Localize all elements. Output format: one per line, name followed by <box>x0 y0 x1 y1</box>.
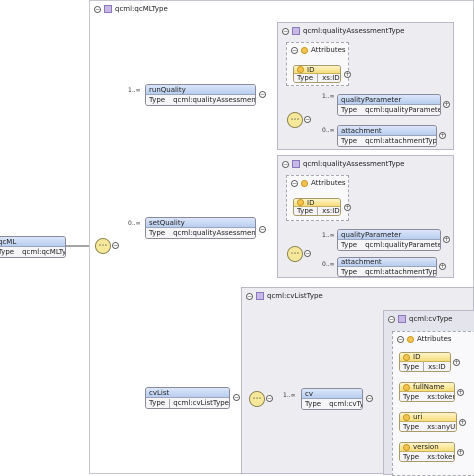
plus-circle-icon[interactable]: + <box>457 449 464 456</box>
attachment-multiplicity: 0..∞ <box>322 261 335 268</box>
qualityparameter-multiplicity: 1..∞ <box>322 93 335 100</box>
minus-circle-icon[interactable]: − <box>112 242 119 249</box>
sequence-compositor-icon[interactable]: ⋯ <box>287 112 303 128</box>
attribute-icon <box>297 199 304 206</box>
cvlist-type-frame: − qcml:cvListType ⋯ − 1..∞ cv Type qcml:c… <box>241 287 474 476</box>
sequence-compositor-icon[interactable]: ⋯ <box>249 391 265 407</box>
attribute-icon <box>407 335 414 343</box>
complex-type-icon <box>104 5 112 13</box>
element-attachment[interactable]: attachment Type qcml:attachmentType <box>337 257 437 277</box>
minus-circle-icon[interactable]: − <box>366 395 373 402</box>
cv-multiplicity: 1..∞ <box>283 392 296 399</box>
minus-circle-icon[interactable]: − <box>304 116 311 123</box>
runquality-name: runQuality <box>149 85 186 94</box>
attribute-id[interactable]: ID Type xs:ID <box>399 352 451 372</box>
minus-circle-icon[interactable]: − <box>233 394 240 401</box>
runquality-multiplicity: 1..∞ <box>128 87 141 94</box>
root-element-type: qcml:qcMLType <box>22 248 66 256</box>
plus-circle-icon[interactable]: + <box>439 132 446 139</box>
attributes-group: − Attributes ID Type xs:ID + <box>286 42 351 86</box>
attribute-icon <box>301 179 308 187</box>
attributes-label: Attributes <box>311 46 346 54</box>
minus-circle-icon[interactable]: − <box>282 27 289 35</box>
attribute-version[interactable]: version Type xs:token <box>399 442 455 462</box>
complex-type-icon <box>292 27 300 35</box>
minus-circle-icon[interactable]: − <box>397 335 404 343</box>
root-element-qcml[interactable]: qcML Type qcml:qcMLType <box>0 236 66 258</box>
element-runquality[interactable]: runQuality Typeqcml:qualityAssessmentTyp… <box>145 84 256 106</box>
element-cv[interactable]: cv Typeqcml:cvType <box>301 388 363 410</box>
plus-circle-icon[interactable]: + <box>453 359 460 366</box>
root-element-name: qcML <box>0 237 17 246</box>
minus-circle-icon[interactable]: − <box>246 292 253 300</box>
attributes-group: − Attributes ID Type xs:ID + <box>286 175 351 221</box>
plus-circle-icon[interactable]: + <box>439 263 446 270</box>
attribute-icon <box>403 443 410 451</box>
attributes-group: − Attributes ID Type xs:ID + fullName Typ… <box>392 331 474 476</box>
minus-circle-icon[interactable]: − <box>282 160 289 168</box>
sequence-compositor-icon[interactable]: ⋯ <box>287 246 303 262</box>
qa-frame-title: qcml:qualityAssessmentType <box>303 27 405 35</box>
setquality-multiplicity: 0..∞ <box>128 220 141 227</box>
setquality-type: qcml:qualityAssessmentType <box>173 229 256 237</box>
qualityparameter-multiplicity: 1..∞ <box>322 232 335 239</box>
setquality-name: setQuality <box>149 218 185 227</box>
plus-circle-icon[interactable]: + <box>344 204 351 211</box>
attribute-uri[interactable]: uri Typexs:anyURI <box>399 412 457 432</box>
complex-type-icon <box>398 315 406 323</box>
attribute-id[interactable]: ID Type xs:ID <box>293 198 341 216</box>
type-label: Type <box>0 248 15 256</box>
quality-assessment-type-frame-2: − qcml:qualityAssessmentType − Attribute… <box>277 155 454 278</box>
attribute-id[interactable]: ID Type xs:ID <box>293 65 341 83</box>
element-qualityparameter[interactable]: qualityParameter Type qcml:qualityParamet… <box>337 229 441 251</box>
attribute-icon <box>403 383 410 391</box>
attribute-icon <box>297 66 304 73</box>
element-qualityparameter[interactable]: qualityParameter Type qcml:qualityParamet… <box>337 94 441 116</box>
minus-circle-icon[interactable]: − <box>304 250 311 257</box>
minus-circle-icon[interactable]: − <box>388 315 395 323</box>
attachment-multiplicity: 0..∞ <box>322 127 335 134</box>
complex-type-icon <box>256 292 264 300</box>
attribute-icon <box>403 413 410 421</box>
minus-circle-icon[interactable]: − <box>259 226 266 233</box>
attribute-fullname[interactable]: fullName Type xs:token <box>399 382 455 402</box>
runquality-type: qcml:qualityAssessmentType <box>173 96 256 104</box>
minus-circle-icon[interactable]: − <box>291 46 298 54</box>
element-setquality[interactable]: setQuality Typeqcml:qualityAssessmentTyp… <box>145 217 256 239</box>
sequence-compositor-icon[interactable]: ⋯ <box>95 238 111 254</box>
plus-circle-icon[interactable]: + <box>344 71 351 78</box>
plus-circle-icon[interactable]: + <box>457 389 464 396</box>
minus-circle-icon[interactable]: − <box>259 91 266 98</box>
quality-assessment-type-frame-1: − qcml:qualityAssessmentType − Attribute… <box>277 22 454 150</box>
complex-type-icon <box>292 160 300 168</box>
plus-circle-icon[interactable]: + <box>443 236 450 243</box>
element-attachment[interactable]: attachment Type qcml:attachmentType <box>337 125 437 147</box>
attribute-icon <box>301 46 308 54</box>
qcml-type-frame-title: − qcml:qcMLType <box>94 5 168 13</box>
plus-circle-icon[interactable]: + <box>459 419 466 426</box>
minus-circle-icon[interactable]: − <box>291 179 298 187</box>
element-cvlist[interactable]: cvList Type qcml:cvListType <box>145 387 230 409</box>
minus-circle-icon[interactable]: − <box>266 395 273 402</box>
cv-type-frame: − qcml:cvType − Attributes ID Type xs:ID … <box>383 310 474 476</box>
attribute-icon <box>403 353 410 361</box>
plus-circle-icon[interactable]: + <box>443 101 450 108</box>
minus-circle-icon[interactable]: − <box>94 5 101 13</box>
